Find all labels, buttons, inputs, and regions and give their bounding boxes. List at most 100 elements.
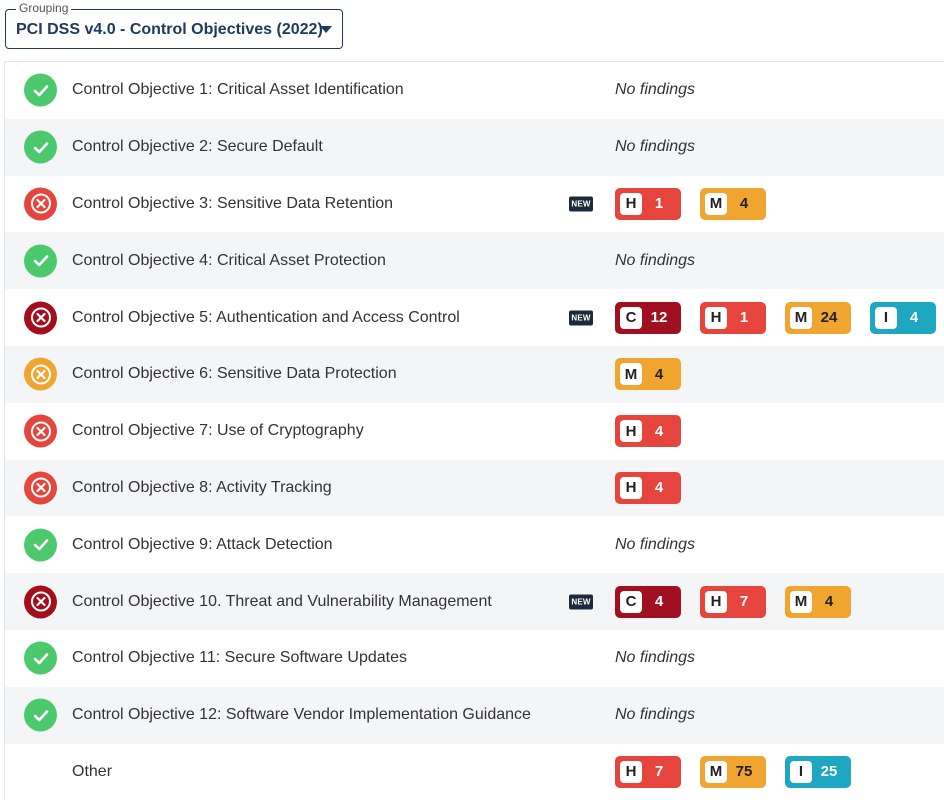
severity-badge[interactable]: I4 [870, 301, 936, 334]
new-badge: NEW [569, 310, 593, 326]
severity-count: 1 [654, 195, 664, 213]
severity-letter: M [705, 760, 727, 783]
severity-letter: C [620, 590, 642, 613]
no-findings-text: No findings [615, 251, 696, 269]
table-row[interactable]: Control Objective 2: Secure Default No fi… [5, 118, 944, 176]
table-row[interactable]: Control Objective 11: Secure Software Up… [5, 630, 944, 687]
row-label: Control Objective 6: Sensitive Data Prot… [72, 365, 397, 383]
severity-count: 4 [654, 479, 664, 497]
severity-badge[interactable]: C 12 [615, 301, 681, 334]
severity-letter: H [620, 760, 642, 783]
row-label: Control Objective 9: Attack Detection [72, 535, 333, 553]
severity-letter: H [705, 306, 727, 329]
severity-count: 12 [650, 309, 668, 327]
severity-count: 4 [654, 365, 664, 383]
x-circle-icon [24, 471, 57, 505]
x-circle-icon [24, 585, 57, 619]
severity-letter: M [790, 306, 812, 329]
table-row[interactable]: Control Objective 1: Critical Asset Iden… [5, 62, 944, 119]
grouping-select[interactable]: Grouping PCI DSS v4.0 - Control Objectiv… [5, 1, 343, 49]
severity-count: 75 [735, 763, 753, 781]
severity-letter: M [620, 363, 642, 386]
table-row[interactable]: Control Objective 8: Activity Tracking H 4 [5, 459, 944, 517]
severity-badge[interactable]: H1 [615, 187, 681, 220]
grouping-legend: Grouping [16, 1, 72, 15]
severity-letter: H [620, 420, 642, 443]
severity-badge[interactable]: H7 [615, 755, 681, 788]
severity-count: 4 [654, 593, 664, 611]
table-row[interactable]: Control Objective 12: Software Vendor Im… [5, 686, 944, 744]
no-findings-text: No findings [615, 535, 696, 553]
severity-letter: I [875, 306, 897, 329]
severity-count: 7 [739, 593, 749, 611]
severity-letter: H [620, 192, 642, 215]
severity-badge[interactable]: M4 [700, 187, 766, 220]
severity-letter: C [620, 306, 642, 329]
severity-badges: M4 [615, 358, 681, 391]
new-badge: NEW [569, 196, 593, 212]
severity-letter: M [790, 590, 812, 613]
row-label: Control Objective 1: Critical Asset Iden… [72, 81, 404, 99]
severity-count: 25 [820, 763, 838, 781]
x-circle-icon [24, 357, 57, 391]
table-row[interactable]: Control Objective 4: Critical Asset Prot… [5, 232, 944, 290]
severity-badge[interactable]: H4 [615, 415, 681, 448]
severity-badge[interactable]: M 75 [700, 755, 766, 788]
table-row[interactable]: Other H 7 M 75 I 25 [5, 744, 944, 800]
severity-badges: C4H7M4 [615, 585, 851, 618]
severity-count: 4 [824, 593, 834, 611]
no-findings-text: No findings [615, 649, 696, 667]
table-row[interactable]: Control Objective 6: Sensitive Data Prot… [5, 345, 944, 403]
severity-badge[interactable]: M 24 [785, 301, 851, 334]
severity-letter: H [705, 590, 727, 613]
table-row[interactable]: Control Objective 5: Authentication and … [5, 289, 944, 346]
row-label: Control Objective 12: Software Vendor Im… [72, 706, 531, 724]
check-circle-icon [24, 528, 57, 562]
severity-letter: M [705, 192, 727, 215]
severity-count: 24 [820, 309, 838, 327]
severity-badge[interactable]: I 25 [785, 755, 851, 788]
severity-letter: I [790, 760, 812, 783]
new-badge: NEW [569, 594, 593, 610]
check-circle-icon [24, 641, 57, 675]
table-row[interactable]: Control Objective 3: Sensitive Data Rete… [5, 176, 944, 233]
severity-badge[interactable]: H1 [700, 301, 766, 334]
severity-badges: H4 [615, 415, 681, 448]
severity-badge[interactable]: H4 [615, 471, 681, 504]
severity-badge[interactable]: M4 [785, 585, 851, 618]
row-label: Control Objective 11: Secure Software Up… [72, 649, 407, 667]
table-row[interactable]: Control Objective 9: Attack Detection No … [5, 516, 944, 573]
row-label: Control Objective 10. Threat and Vulnera… [72, 592, 492, 610]
grouping-value: PCI DSS v4.0 - Control Objectives (2022) [16, 21, 323, 38]
severity-badge[interactable]: H7 [700, 585, 766, 618]
check-circle-icon [24, 244, 57, 278]
check-circle-icon [24, 698, 57, 732]
no-findings-text: No findings [615, 81, 696, 99]
x-circle-icon [24, 187, 57, 221]
severity-count: 1 [739, 309, 749, 327]
severity-badge[interactable]: M4 [615, 358, 681, 391]
severity-letter: H [620, 476, 642, 499]
severity-badges: H1 M4 [615, 187, 766, 220]
severity-count: 7 [654, 763, 664, 781]
severity-badges: C 12 H 1 M 24 I 4 [615, 301, 936, 334]
severity-count: 4 [654, 422, 664, 440]
x-circle-icon [24, 301, 57, 335]
caret-down-icon [320, 26, 332, 33]
row-label: Control Objective 8: Activity Tracking [72, 478, 332, 496]
row-label: Other [72, 762, 113, 780]
row-label: Control Objective 4: Critical Asset Prot… [72, 251, 386, 269]
x-circle-icon [24, 414, 57, 448]
check-circle-icon [24, 73, 57, 107]
table-row[interactable]: Control Objective 10. Threat and Vulnera… [5, 573, 944, 630]
no-findings-text: No findings [615, 706, 696, 724]
control-objectives-table: Control Objective 1: Critical Asset Iden… [4, 61, 944, 800]
row-label: Control Objective 3: Sensitive Data Rete… [72, 194, 394, 212]
severity-badge[interactable]: C4 [615, 585, 681, 618]
severity-count: 4 [739, 195, 749, 213]
row-label: Control Objective 2: Secure Default [72, 138, 323, 156]
row-label: Control Objective 5: Authentication and … [72, 308, 460, 326]
table-row[interactable]: Control Objective 7: Use of Cryptography… [5, 403, 944, 460]
row-label: Control Objective 7: Use of Cryptography [72, 422, 364, 440]
severity-badges: H 7 M 75 I 25 [615, 755, 851, 788]
